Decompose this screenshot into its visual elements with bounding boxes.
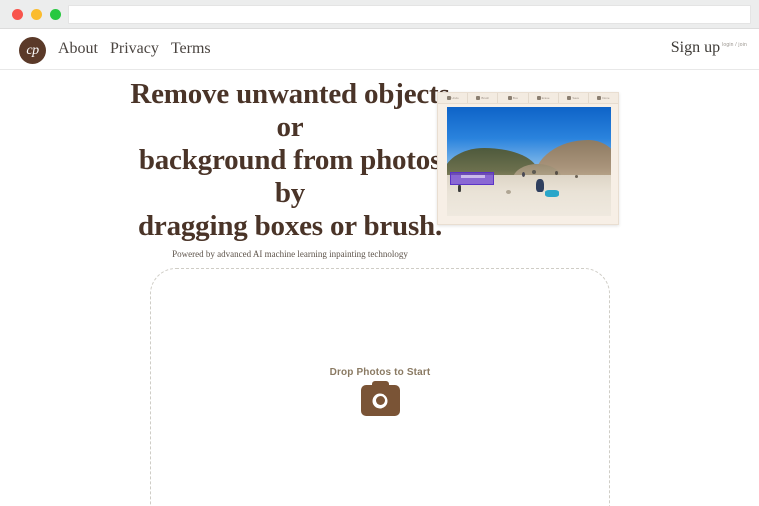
hero-line-2: or xyxy=(276,111,304,143)
camera-icon[interactable] xyxy=(360,381,400,416)
toolbar-item-box[interactable]: Box xyxy=(498,93,529,103)
photo-figure xyxy=(506,189,512,194)
photo-editor-toolbar: Undo Brush Box Erase Save Done xyxy=(438,93,618,104)
nav-item-terms[interactable]: Terms xyxy=(171,40,211,58)
toolbar-item-label: Box xyxy=(512,96,519,100)
photo-figure xyxy=(574,174,578,178)
hero-line-1: Remove unwanted objects xyxy=(130,78,450,110)
toolbar-item-label: Erase xyxy=(541,96,550,100)
site-header: cp About Privacy Terms Sign up login / j… xyxy=(0,29,759,70)
toolbar-item-label: Save xyxy=(572,96,580,100)
brush-icon xyxy=(476,96,481,100)
toolbar-item-save[interactable]: Save xyxy=(559,93,589,103)
minimize-window-button[interactable] xyxy=(31,9,42,20)
logo-monogram: cp xyxy=(26,42,39,58)
photo-preview-card[interactable]: Undo Brush Box Erase Save Done xyxy=(437,92,619,225)
toolbar-item-undo[interactable]: Undo xyxy=(438,93,469,103)
toolbar-item-brush[interactable]: Brush xyxy=(468,93,499,103)
hero-line-5: dragging boxes or brush. xyxy=(137,210,443,242)
signup-link[interactable]: Sign up xyxy=(671,39,720,57)
toolbar-item-label: Done xyxy=(602,96,610,100)
selection-box-overlay[interactable] xyxy=(450,172,494,186)
toolbar-item-erase[interactable]: Erase xyxy=(529,93,559,103)
hero-line-4: by xyxy=(274,177,306,209)
eraser-icon xyxy=(536,96,541,100)
undo-icon xyxy=(446,96,451,100)
beach-photo[interactable] xyxy=(447,107,611,216)
address-bar-input[interactable] xyxy=(68,5,751,24)
nav-item-about[interactable]: About xyxy=(58,40,98,58)
hero-line-3: background from photos xyxy=(138,144,442,176)
photo-person xyxy=(535,178,544,192)
nav-item-privacy[interactable]: Privacy xyxy=(110,40,159,58)
toolbar-item-label: Undo xyxy=(451,96,459,100)
box-select-icon xyxy=(507,96,512,100)
close-window-button[interactable] xyxy=(12,9,23,20)
signup-sub-label[interactable]: login / join xyxy=(722,42,747,49)
toolbar-item-done[interactable]: Done xyxy=(589,93,618,103)
check-icon xyxy=(597,96,602,100)
browser-chrome xyxy=(0,0,759,29)
toolbar-item-label: Brush xyxy=(481,96,490,100)
main-nav: About Privacy Terms xyxy=(58,40,211,58)
app-window: cp About Privacy Terms Sign up login / j… xyxy=(0,0,759,506)
window-controls xyxy=(12,9,61,20)
hero-subtitle: Powered by advanced AI machine learning … xyxy=(172,249,408,259)
selection-box-handle[interactable] xyxy=(461,175,485,179)
maximize-window-button[interactable] xyxy=(50,9,61,20)
brand-logo[interactable]: cp xyxy=(19,37,46,64)
signup-area[interactable]: Sign up login / join xyxy=(671,39,747,57)
save-icon xyxy=(567,96,572,100)
camera-lens-icon xyxy=(372,393,388,408)
photo-towel xyxy=(545,189,560,197)
dropzone-label: Drop Photos to Start xyxy=(329,367,431,378)
page-content: Remove unwanted objects or background fr… xyxy=(0,70,759,506)
photo-dropzone[interactable]: Drop Photos to Start xyxy=(150,268,610,506)
